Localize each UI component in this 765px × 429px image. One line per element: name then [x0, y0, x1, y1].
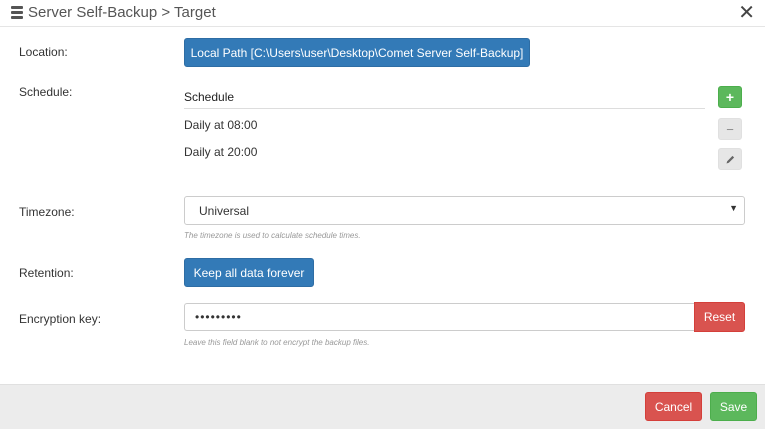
schedule-item[interactable]: Daily at 20:00: [184, 145, 257, 159]
server-icon: [11, 6, 23, 19]
timezone-help-text: The timezone is used to calculate schedu…: [184, 231, 361, 240]
location-label: Location:: [19, 45, 68, 59]
dialog-header: Server Self-Backup > Target ✕: [0, 0, 765, 27]
retention-button[interactable]: Keep all data forever: [184, 258, 314, 287]
schedule-label: Schedule:: [19, 85, 73, 99]
retention-label: Retention:: [19, 266, 74, 280]
reset-button[interactable]: Reset: [694, 302, 745, 332]
close-icon[interactable]: ✕: [738, 3, 755, 23]
chevron-down-icon: ▼: [729, 203, 738, 213]
cancel-button[interactable]: Cancel: [645, 392, 702, 421]
dialog-title: Server Self-Backup > Target: [28, 4, 216, 21]
edit-schedule-button[interactable]: [718, 148, 742, 170]
add-schedule-button[interactable]: +: [718, 86, 742, 108]
encryption-help-text: Leave this field blank to not encrypt th…: [184, 338, 370, 347]
pencil-icon: [726, 155, 734, 163]
remove-schedule-button[interactable]: −: [718, 118, 742, 140]
save-button[interactable]: Save: [710, 392, 757, 421]
schedule-header: Schedule: [184, 84, 705, 109]
encryption-key-field[interactable]: •••••••••: [184, 303, 695, 331]
timezone-label: Timezone:: [19, 205, 75, 219]
schedule-item[interactable]: Daily at 08:00: [184, 118, 257, 132]
timezone-selected-value: Universal: [199, 204, 250, 218]
encryption-key-label: Encryption key:: [19, 312, 102, 326]
timezone-select[interactable]: Universal ▼: [184, 196, 745, 225]
location-button[interactable]: Local Path [C:\Users\user\Desktop\Comet …: [184, 38, 530, 67]
